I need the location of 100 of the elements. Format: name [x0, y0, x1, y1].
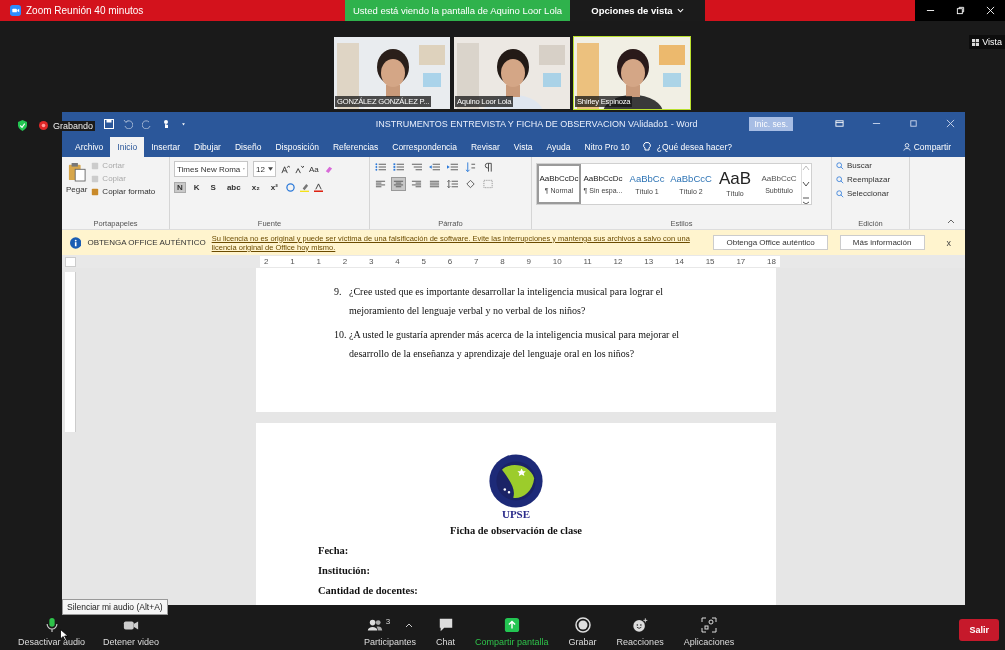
screen-share-banner: Usted está viendo la pantalla de Aquino Loor Lola: [345, 0, 570, 21]
ribbon-tab[interactable]: Archivo: [68, 137, 111, 157]
line-spacing-icon[interactable]: [446, 178, 459, 190]
zoom-app-icon: [10, 5, 21, 16]
grow-font-icon[interactable]: [280, 164, 290, 174]
toolbar-button[interactable]: Desactivar audio: [14, 617, 90, 647]
decrease-indent-icon[interactable]: [428, 161, 441, 173]
view-toggle[interactable]: Vista: [969, 35, 1005, 49]
list-number: 9.: [334, 285, 343, 299]
multilevel-list-icon[interactable]: [410, 161, 423, 173]
close-button[interactable]: x: [940, 236, 957, 249]
font-color-icon[interactable]: [313, 183, 323, 192]
share-button[interactable]: Compartir: [902, 137, 951, 157]
command-icon: [836, 175, 844, 184]
ribbon-tab[interactable]: Ayuda: [539, 137, 578, 157]
touch-mode-icon[interactable]: [161, 118, 171, 129]
ribbon-tab[interactable]: Referencias: [325, 137, 386, 157]
horizontal-ruler[interactable]: 2 1 1 2 3 4 5 6 7 8 9 10 11 12 13 14 15 17 18: [260, 256, 780, 267]
more-icon[interactable]: [802, 196, 810, 204]
font-size-field[interactable]: 12: [253, 161, 276, 177]
eraser-icon[interactable]: [323, 164, 333, 174]
question-text: ¿Cree usted que es importante desarrollar la inteligencia musical para lograr el mejoramiento del lenguaje verbal y no verbal de los niños?: [349, 285, 665, 318]
ribbon-tab[interactable]: Insertar: [144, 137, 187, 157]
ribbon-tab[interactable]: Nitro Pro 10: [577, 137, 637, 157]
format-button[interactable]: x₂: [248, 182, 263, 193]
meeting-title: Zoom Reunión 40 minutos: [26, 5, 144, 16]
notice-button[interactable]: Más información: [839, 235, 925, 250]
ribbon-tab[interactable]: Dibujar: [187, 137, 228, 157]
highlighter-icon[interactable]: [299, 183, 309, 192]
form-heading: Ficha de observación de clase: [450, 524, 582, 536]
alignment-icon[interactable]: [392, 178, 405, 190]
toolbar-button[interactable]: Aplicaciones: [679, 617, 739, 647]
text-effects-icon[interactable]: [285, 183, 295, 192]
sort-icon[interactable]: [464, 161, 477, 173]
alignment-icon[interactable]: [410, 178, 423, 190]
leave-button[interactable]: Salir: [959, 619, 999, 641]
logo-icon: [488, 452, 544, 509]
record-icon: [574, 617, 591, 633]
paste-button[interactable]: Pegar: [66, 161, 88, 219]
format-button[interactable]: abc: [223, 182, 244, 193]
form-field-label: Fecha:: [318, 544, 349, 556]
info-icon: [70, 236, 82, 249]
change-case-button[interactable]: Aa: [308, 164, 319, 174]
notice-button[interactable]: Obtenga Office auténtico: [713, 235, 828, 250]
editing-command[interactable]: Seleccionar: [836, 189, 905, 198]
recording-icon: [39, 121, 48, 130]
format-button[interactable]: S: [207, 182, 219, 193]
form-field-label: Institución:: [318, 564, 370, 576]
font-name-field[interactable]: Times New Roma: [174, 161, 248, 177]
collapse-ribbon-icon[interactable]: [947, 218, 955, 224]
apps-icon: [700, 617, 717, 633]
question-text: ¿A usted le gustaría aprender más acerca de la inteligencia musical para mejorar el desarrollo de la enseñanza y aprendizaje del lenguaje oral en los niños?: [349, 328, 681, 361]
toolbar-button[interactable]: Grabar: [564, 617, 601, 647]
lightbulb-icon: [642, 142, 651, 152]
dropdown-icon: [267, 167, 273, 171]
clipboard-command[interactable]: Copiar formato: [91, 187, 156, 196]
save-icon[interactable]: [104, 118, 114, 129]
numbered-list-icon[interactable]: [392, 161, 405, 173]
undo-icon[interactable]: [123, 118, 133, 129]
tell-me-box[interactable]: ¿Qué desea hacer?: [642, 137, 732, 157]
ribbon-display-icon[interactable]: [835, 119, 844, 128]
ribbon-tab[interactable]: Correspondencia: [385, 137, 464, 157]
ribbon-tab[interactable]: Vista: [506, 137, 540, 157]
editing-command[interactable]: Buscar: [836, 161, 905, 170]
pilcrow-icon[interactable]: [482, 161, 495, 173]
logo-caption: UPSE: [501, 508, 531, 520]
ribbon-tab[interactable]: Diseño: [227, 137, 269, 157]
increase-indent-icon[interactable]: [446, 161, 459, 173]
toolbar-button[interactable]: 3 Participantes: [360, 617, 421, 647]
list-number: 10.: [334, 328, 348, 342]
toolbar-button[interactable]: Reacciones: [612, 617, 668, 647]
ribbon-tab[interactable]: Disposición: [268, 137, 326, 157]
scroll-down-icon[interactable]: [802, 180, 810, 188]
editing-command[interactable]: Reemplazar: [836, 175, 905, 184]
format-button[interactable]: x²: [267, 182, 281, 193]
restore-icon[interactable]: [955, 6, 965, 15]
redo-icon[interactable]: [142, 118, 152, 129]
format-button[interactable]: N: [174, 182, 186, 193]
chat-icon: [437, 617, 454, 633]
alignment-icon[interactable]: [374, 178, 387, 190]
ribbon-tab[interactable]: Inicio: [110, 137, 145, 157]
toolbar-button[interactable]: Detener video: [99, 617, 164, 647]
toolbar-button[interactable]: Chat: [432, 617, 460, 647]
ribbon-tab[interactable]: Revisar: [464, 137, 507, 157]
smiley-plus-icon: [632, 617, 649, 633]
toolbar-button[interactable]: Compartir pantalla: [471, 617, 553, 647]
command-icon: [836, 161, 844, 170]
shield-icon: [18, 120, 27, 131]
alignment-icon[interactable]: [428, 178, 441, 190]
bullet-list-icon[interactable]: [374, 161, 387, 173]
form-field-label: Cantidad de docentes:: [318, 584, 418, 596]
tooltip: Silenciar mi audio (Alt+A): [62, 599, 168, 615]
grid-icon: [972, 38, 980, 46]
view-options-button[interactable]: Opciones de vista: [570, 0, 705, 21]
caret-up-icon[interactable]: [405, 622, 414, 628]
shrink-font-icon[interactable]: [294, 164, 304, 174]
format-button[interactable]: K: [190, 182, 203, 193]
notice-title: OBTENGA OFFICE AUTÉNTICO: [87, 238, 206, 247]
chevron-down-icon: [676, 8, 684, 13]
shading-icon[interactable]: [464, 178, 477, 190]
